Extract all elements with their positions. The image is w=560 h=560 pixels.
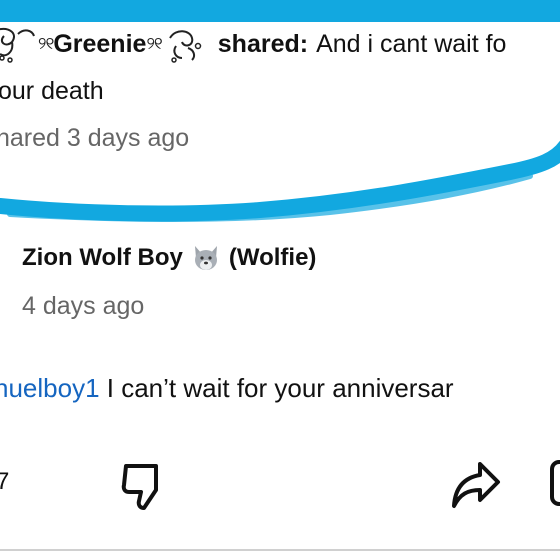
name-swirl-left: ୨୧ <box>38 34 54 53</box>
reply-text-body: I can’t wait for your anniversar <box>99 373 454 403</box>
shared-text-line1: And i cant wait fo <box>316 30 507 58</box>
reply-text: nuelboy1 I can’t wait for your anniversa… <box>0 373 454 404</box>
shared-author-name[interactable]: Greenie <box>53 24 146 64</box>
more-icon[interactable] <box>548 458 560 508</box>
shared-post-header: ୨୧ Greenie ୨୧ shared: And i cant wait fo <box>0 24 506 64</box>
shared-text-line2: our death <box>0 77 104 105</box>
flourish-icon <box>168 30 202 63</box>
mention-link[interactable]: nuelboy1 <box>0 373 100 403</box>
wolf-emoji-icon <box>194 246 217 270</box>
like-count: 7 <box>0 468 10 495</box>
reply-author[interactable]: Zion Wolf Boy (Wolfie) <box>22 244 316 272</box>
top-highlight-strip <box>0 0 560 22</box>
flourish-icon <box>0 28 35 63</box>
reply-author-nickname: (Wolfie) <box>228 244 317 271</box>
shared-timestamp: hared 3 days ago <box>0 124 190 152</box>
bottom-divider <box>0 549 560 551</box>
shared-label: shared: <box>217 30 309 58</box>
reply-timestamp: 4 days ago <box>22 292 145 320</box>
thumbs-down-icon[interactable] <box>120 460 172 512</box>
share-arrow-icon[interactable] <box>450 460 502 510</box>
name-swirl-right: ୨୧ <box>146 34 162 53</box>
reply-author-name: Zion Wolf Boy <box>22 244 183 271</box>
